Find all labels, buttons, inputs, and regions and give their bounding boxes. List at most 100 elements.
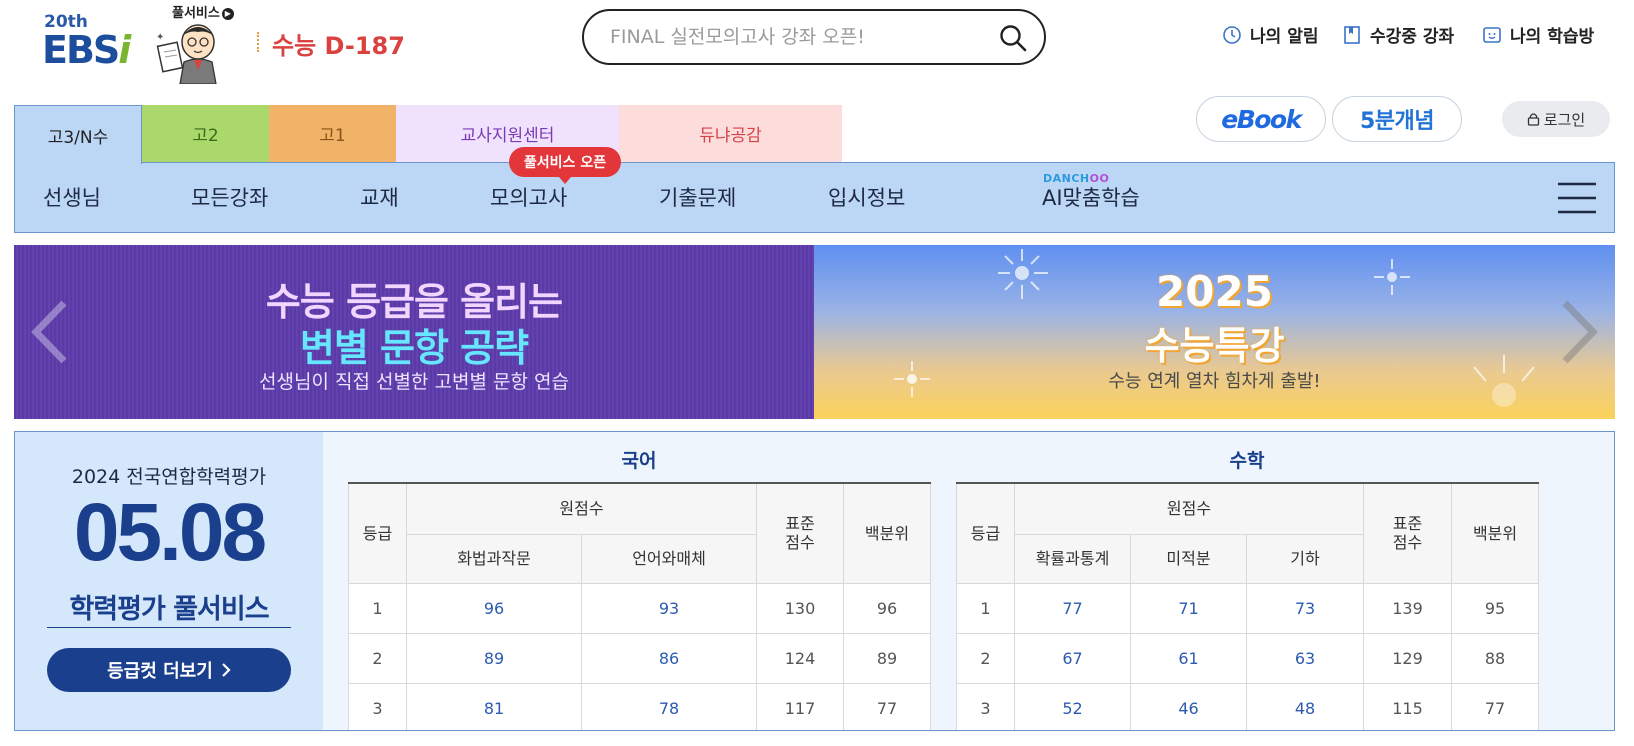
banner-right-title-2: 수능특강 [1144, 324, 1285, 368]
dday-separator [257, 32, 259, 52]
logo-text: EBSi [42, 28, 131, 72]
raw-score-cell: 77 [1014, 582, 1131, 634]
korean-score-table: 등급 원점수 표준 점수 백분위 화법과작문 언어와매체 1 96 93 130… [348, 482, 932, 730]
nav-past-exams[interactable]: 기출문제 [659, 182, 736, 212]
raw-score-cell: 81 [406, 682, 582, 730]
math-header-grade: 등급 [956, 482, 1015, 584]
bookmark-icon [1344, 25, 1360, 44]
math-score-table: 등급 원점수 표준 점수 백분위 확률과통계 미적분 기하 1 77 71 73… [956, 482, 1540, 730]
table-row: 2 67 61 63 129 88 [956, 632, 1540, 684]
nav-textbooks[interactable]: 교재 [360, 182, 399, 212]
logo-full-service-badge[interactable]: 풀서비스 ▶ [172, 2, 234, 21]
grade-cell: 2 [348, 632, 407, 684]
suneung-dday: 수능 D-187 [272, 32, 405, 60]
nav-admission-info[interactable]: 입시정보 [828, 182, 905, 212]
math-header-calculus: 미적분 [1130, 533, 1247, 584]
korean-header-language-media: 언어와매체 [580, 533, 758, 584]
my-courses-link[interactable]: 수강중 강좌 [1342, 22, 1454, 47]
math-subject-title: 수학 [1229, 450, 1265, 472]
standard-score-cell: 117 [756, 682, 845, 730]
raw-score-cell: 73 [1245, 582, 1365, 634]
table-row: 1 96 93 130 96 [348, 582, 932, 634]
exam-divider [47, 627, 291, 628]
standard-score-cell: 115 [1363, 682, 1453, 730]
table-row: 3 81 78 117 77 [348, 682, 932, 730]
standard-score-cell: 124 [756, 632, 845, 684]
korean-header-percentile: 백분위 [843, 482, 932, 584]
my-study-room-link[interactable]: 나의 학습방 [1482, 22, 1594, 47]
banner-left-title-2: 변별 문항 공략 [299, 326, 529, 370]
grade-cell: 2 [956, 632, 1015, 684]
percentile-cell: 95 [1451, 582, 1540, 634]
chevron-left-icon[interactable] [28, 297, 72, 367]
ebook-button[interactable]: eBook [1196, 96, 1326, 142]
banner-right-title-1: 2025 [1156, 267, 1273, 316]
tab-grade3[interactable]: 고3/N수 [14, 105, 142, 164]
ebsi-logo[interactable]: 20th EBSi 풀서비스 ▶ ✦ [42, 6, 244, 84]
math-header-standard: 표준 점수 [1363, 482, 1453, 584]
raw-score-cell: 48 [1245, 682, 1365, 730]
tab-grade1[interactable]: 고1 [269, 105, 396, 162]
math-header-probability: 확률과통계 [1014, 533, 1131, 584]
korean-header-grade: 등급 [348, 482, 407, 584]
search-icon[interactable] [998, 23, 1028, 53]
nav-ai-learning[interactable]: AI맞춤학습 [1042, 182, 1140, 212]
percentile-cell: 89 [843, 632, 932, 684]
chevron-right-icon[interactable] [1557, 297, 1601, 367]
percentile-cell: 77 [843, 682, 932, 730]
table-row: 3 52 46 48 115 77 [956, 682, 1540, 730]
play-icon: ▶ [221, 7, 234, 20]
full-service-open-badge: 풀서비스 오픈 [509, 147, 621, 184]
nav-teachers[interactable]: 선생님 [43, 182, 101, 212]
grade-cell: 3 [956, 682, 1015, 730]
standard-score-cell: 139 [1363, 582, 1453, 634]
grade-cell: 1 [348, 582, 407, 634]
standard-score-cell: 130 [756, 582, 845, 634]
math-header-percentile: 백분위 [1451, 482, 1540, 584]
raw-score-cell: 96 [406, 582, 582, 634]
mascot-character-icon: ✦ [156, 24, 217, 84]
tab-dunya[interactable]: 듀냐공감 [619, 105, 842, 162]
exam-title: 학력평가 풀서비스 [69, 594, 269, 625]
exam-date: 05.08 [73, 487, 267, 578]
raw-score-cell: 86 [580, 632, 758, 684]
percentile-cell: 88 [1451, 632, 1540, 684]
math-header-raw: 원점수 [1013, 482, 1365, 535]
clock-icon [1223, 25, 1241, 44]
percentile-cell: 77 [1451, 682, 1540, 730]
login-button[interactable]: 로그인 [1502, 101, 1610, 137]
math-header-geometry: 기하 [1245, 533, 1365, 584]
raw-score-cell: 52 [1014, 682, 1131, 730]
hamburger-menu-icon[interactable] [1558, 181, 1596, 215]
raw-score-cell: 78 [580, 682, 758, 730]
table-row: 2 89 86 124 89 [348, 632, 932, 684]
raw-score-cell: 46 [1130, 682, 1247, 730]
korean-header-standard: 표준 점수 [756, 482, 845, 584]
search-box [582, 9, 1046, 65]
tab-grade2[interactable]: 고2 [142, 105, 269, 162]
nav-mock-exam[interactable]: 모의고사 [490, 182, 567, 212]
grade-cell: 1 [956, 582, 1015, 634]
korean-header-speech-writing: 화법과작문 [406, 533, 582, 584]
more-grade-cuts-button[interactable]: 등급컷 더보기 [47, 648, 291, 692]
korean-subject-title: 국어 [621, 450, 657, 472]
my-notifications-link[interactable]: 나의 알림 [1222, 22, 1318, 47]
chevron-right-icon [222, 663, 231, 677]
promo-banner-carousel: 수능 등급을 올리는 변별 문항 공략 선생님이 직접 선별한 고변별 문항 연… [14, 245, 1615, 419]
korean-header-raw: 원점수 [405, 482, 758, 535]
svg-text:✦: ✦ [156, 32, 164, 43]
banner-right-subtitle: 수능 연계 열차 힘차게 출발! [1108, 371, 1321, 392]
main-navigation: 선생님 모든강좌 교재 풀서비스 오픈 모의고사 기출문제 입시정보 DANCH… [14, 147, 1615, 233]
raw-score-cell: 67 [1014, 632, 1131, 684]
percentile-cell: 96 [843, 582, 932, 634]
raw-score-cell: 89 [406, 632, 582, 684]
standard-score-cell: 129 [1363, 632, 1453, 684]
raw-score-cell: 71 [1130, 582, 1247, 634]
grade-cut-panel: 2024 전국연합학력평가 05.08 학력평가 풀서비스 등급컷 더보기 국어… [14, 431, 1615, 731]
lock-icon [1527, 113, 1539, 126]
five-min-concept-button[interactable]: 5분개념 [1332, 96, 1462, 142]
exam-info-card: 2024 전국연합학력평가 05.08 학력평가 풀서비스 등급컷 더보기 [15, 432, 323, 730]
nav-all-courses[interactable]: 모든강좌 [191, 182, 268, 212]
smile-icon [1483, 26, 1501, 43]
search-input[interactable] [610, 23, 980, 51]
